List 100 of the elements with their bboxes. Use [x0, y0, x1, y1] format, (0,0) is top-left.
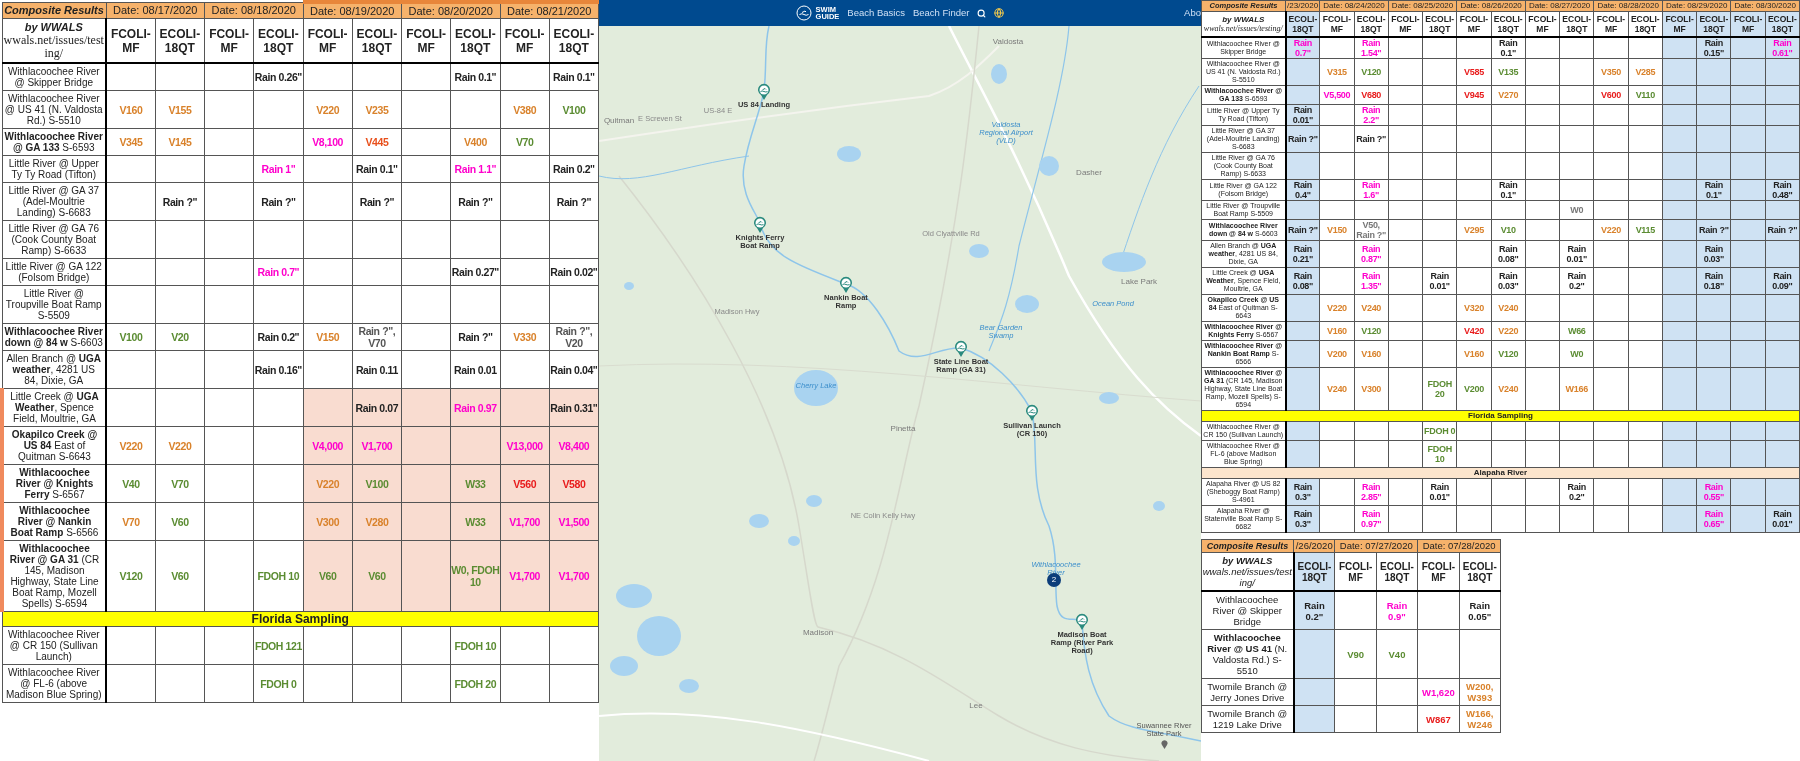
cell-value: Rain ?" — [1356, 134, 1386, 144]
cell-value: V40 — [122, 477, 140, 490]
swimmer-pin-icon[interactable] — [753, 216, 767, 234]
swimmer-logo-icon[interactable] — [795, 5, 812, 21]
cell-value: Rain 0.01" — [1429, 482, 1450, 502]
search-icon[interactable] — [977, 8, 987, 18]
swimmer-pin-icon[interactable] — [839, 276, 853, 294]
lake-shape — [749, 514, 769, 528]
column-header: ECOLI-18QT — [1459, 552, 1501, 591]
swimmer-pin-icon[interactable] — [1075, 613, 1089, 631]
date-header: Date: 08/21/2020 — [500, 2, 599, 19]
site-label: Little River @ Upper Ty Ty Road (Tifton) — [2, 155, 106, 183]
cell-value: V60 — [318, 570, 337, 582]
lake-shape — [794, 370, 838, 406]
cell-value: Rain 0.61" — [1772, 38, 1793, 58]
cell-value: V285 — [1635, 67, 1656, 77]
cell-value: Rain 0.07 — [355, 401, 399, 414]
cell-value: Rain 0.1" — [553, 71, 595, 83]
site-label: Withlacoochee River @ GA 133 S-6593 — [2, 128, 106, 156]
cell-value: Rain 0.01" — [1429, 271, 1450, 291]
cell-value: Rain 0.2" — [553, 163, 595, 175]
cell-value: V155 — [168, 103, 192, 116]
cell-value: FDOH 20 — [454, 677, 497, 690]
cell-value: Rain 0.03" — [1703, 244, 1724, 264]
cell-value: V120 — [1498, 349, 1519, 359]
date-header: /23/2020 — [1285, 0, 1320, 12]
cell-value: Rain 0.1" — [356, 163, 398, 175]
cell-value: V13,000 — [506, 439, 543, 452]
cell-value: V70 — [122, 515, 140, 528]
cell-value: W0, FDOH 10 — [451, 564, 500, 588]
site-label: Allen Branch @ UGA weather, 4281 US 84, Dixie, GA — [2, 350, 106, 389]
cell-value: V240 — [1361, 303, 1382, 313]
site-label: Withlacoochee River @ GA 31 (CR 145, Madison Highway, State Line Boat Ramp, Mozell Spells) S-6594 — [2, 540, 106, 612]
cell-value: Rain 0.2" — [1304, 599, 1325, 622]
column-header: ECOLI-18QT — [1376, 552, 1418, 591]
column-header: ECOLI-18QT — [352, 18, 402, 63]
cell-value: V120 — [1361, 326, 1382, 336]
column-header: FCOLI-MF — [1334, 552, 1377, 591]
cell-value: V240 — [1498, 303, 1519, 313]
cell-value: V585 — [1464, 67, 1484, 77]
column-header: FCOLI-MF — [1417, 552, 1460, 591]
section-header: Florida Sampling — [1201, 410, 1800, 422]
cell-value: V160 — [1464, 349, 1484, 359]
cell-value: V300 — [1361, 384, 1382, 394]
map-pin-icon[interactable] — [1160, 740, 1168, 749]
url-text: wwals.net/issues/testing/ — [1202, 24, 1284, 33]
cell-value: V70 — [515, 136, 534, 148]
date-header: Date: 08/19/2020 — [303, 2, 402, 19]
cell-value: V5,500 — [1323, 90, 1351, 100]
cell-value: V270 — [1498, 90, 1519, 100]
swimmer-pin-icon[interactable] — [757, 83, 771, 101]
site-label: Withlacoochee River @ Knights Ferry S-6567 — [2, 464, 106, 503]
cell-value: V115 — [1635, 225, 1655, 235]
url-text: wwals.net/issues/testing/ — [1202, 566, 1293, 588]
cell-value: W200, W393 — [1466, 681, 1494, 703]
cell-value: W33 — [465, 515, 486, 528]
cell-value: V680 — [1361, 90, 1382, 100]
cell-value: Rain 0.65" — [1703, 509, 1724, 529]
cell-value: Rain 0.1" — [1499, 38, 1518, 58]
table-title: Composite Results — [2, 2, 106, 19]
swimmer-pin-icon[interactable] — [1025, 404, 1039, 422]
cell-value: Rain ?", V20 — [555, 325, 593, 349]
nav-link[interactable]: Beach Basics — [847, 5, 905, 21]
nav-link[interactable]: Beach Finder — [912, 5, 970, 21]
site-label: Little Creek @ UGA Weather, Spence Field, Moultrie, GA — [2, 388, 106, 427]
cell-value: Rain 0.21" — [1292, 244, 1314, 264]
swimmer-pin-icon[interactable] — [954, 340, 968, 358]
date-header: Date: 08/28/2020 — [1593, 0, 1663, 12]
cell-value: Rain ?" — [1288, 225, 1318, 235]
cell-value: V400 — [463, 136, 487, 148]
cell-value: V100 — [119, 331, 143, 343]
cell-value: V220 — [316, 103, 340, 116]
cell-value: Rain 0.2" — [257, 331, 300, 343]
nav-link[interactable]: Abo — [1184, 5, 1201, 21]
cell-value: V1,700 — [361, 439, 393, 452]
cell-value: V220 — [1498, 326, 1519, 336]
lake-shape — [806, 495, 822, 507]
cell-value: FDOH 10 — [454, 639, 497, 652]
lake-shape — [679, 679, 699, 693]
column-header: FCOLI-MF — [500, 18, 550, 63]
date-header: Date: 08/18/2020 — [204, 2, 303, 19]
table-title: Composite Results — [1201, 539, 1294, 553]
cell-value: V145 — [168, 136, 192, 148]
lake-shape — [1015, 295, 1039, 313]
globe-icon[interactable] — [994, 8, 1005, 18]
cell-value: V445 — [365, 136, 389, 148]
map-place-label: Valdosta — [992, 36, 1024, 48]
date-header: Date: 07/27/2020 — [1334, 539, 1418, 553]
cell-value: W166, W246 — [1466, 708, 1494, 730]
cell-value: V200 — [1464, 384, 1484, 394]
author-credit: by WWALS — [23, 21, 84, 34]
cell-value: W0 — [1570, 349, 1584, 359]
cell-value: V420 — [1464, 326, 1484, 336]
cell-value: V160 — [1361, 349, 1382, 359]
cell-value: Rain 1.35" — [1361, 271, 1382, 291]
site-label: Withlacoochee River @ Nankin Boat Ramp S-6566 — [2, 502, 106, 541]
cell-value: V90 — [1347, 648, 1365, 660]
cell-value: V1,700 — [509, 515, 541, 528]
cell-value: FDOH 10 — [1427, 444, 1452, 464]
site-label: Withlacoochee River @ US 41 (N. Valdosta Rd.) S-5510 — [1201, 629, 1294, 679]
